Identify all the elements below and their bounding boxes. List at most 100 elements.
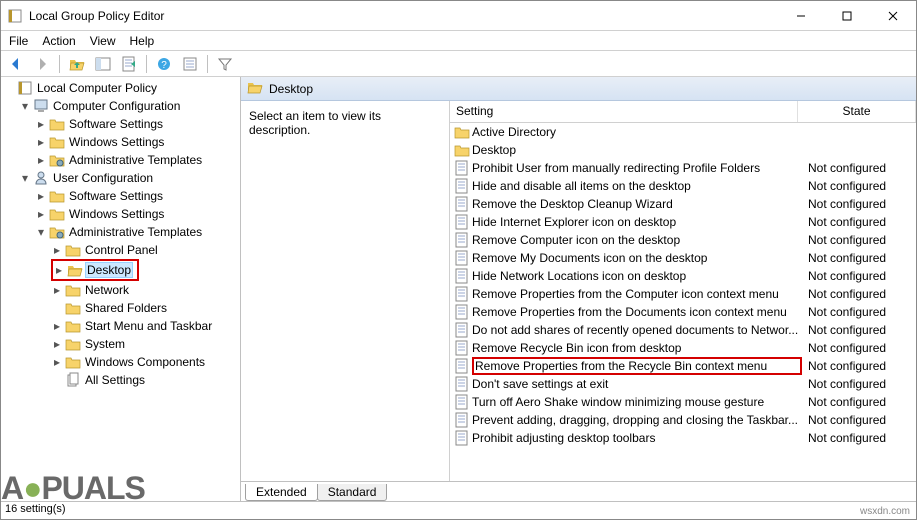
up-folder-button[interactable] [66, 54, 88, 74]
tree-uc-software[interactable]: ▸Software Settings [35, 187, 240, 205]
expand-icon[interactable]: ▸ [51, 319, 63, 333]
tree-uc-admin[interactable]: ▾ Administrative Templates [35, 223, 240, 241]
forward-button[interactable] [31, 54, 53, 74]
list-row[interactable]: Hide Internet Explorer icon on desktopNo… [450, 213, 916, 231]
menu-action[interactable]: Action [42, 34, 75, 48]
expand-icon[interactable]: ▸ [35, 135, 47, 149]
description-text: Select an item to view its description. [249, 109, 381, 137]
path-bar: Desktop [241, 77, 916, 101]
pages-icon [65, 372, 81, 388]
tab-standard[interactable]: Standard [317, 484, 388, 501]
book-icon [17, 80, 33, 96]
list-row[interactable]: Remove the Desktop Cleanup WizardNot con… [450, 195, 916, 213]
show-tree-button[interactable] [92, 54, 114, 74]
tree-network[interactable]: ▸Network [51, 281, 240, 299]
policy-icon [454, 196, 470, 212]
list-row[interactable]: Remove Properties from the Recycle Bin c… [450, 357, 916, 375]
policy-icon [454, 160, 470, 176]
list-body[interactable]: Active Directory Desktop Prohibit User fro… [450, 123, 916, 481]
policy-icon [454, 322, 470, 338]
minimize-button[interactable] [778, 1, 824, 31]
column-setting[interactable]: Setting [450, 101, 798, 122]
tree-pane[interactable]: Local Computer Policy ▾ Computer Configu… [1, 77, 241, 501]
list-row[interactable]: Remove Recycle Bin icon from desktopNot … [450, 339, 916, 357]
export-button[interactable] [118, 54, 140, 74]
tree-label: Administrative Templates [67, 153, 204, 167]
expand-icon[interactable]: ▸ [35, 207, 47, 221]
list-row[interactable]: Hide and disable all items on the deskto… [450, 177, 916, 195]
setting-state: Not configured [802, 359, 916, 373]
menu-file[interactable]: File [9, 34, 28, 48]
list-row[interactable]: Remove My Documents icon on the desktopN… [450, 249, 916, 267]
setting-state: Not configured [802, 305, 916, 319]
tree-cc-windows[interactable]: ▸Windows Settings [35, 133, 240, 151]
list-row[interactable]: Desktop [450, 141, 916, 159]
list-row[interactable]: Active Directory [450, 123, 916, 141]
tree-label: Local Computer Policy [35, 81, 159, 95]
policy-icon [454, 358, 470, 374]
expand-icon[interactable]: ▸ [51, 243, 63, 257]
policy-icon [454, 394, 470, 410]
app-icon [7, 8, 23, 24]
expand-icon[interactable]: ▸ [35, 189, 47, 203]
list-row[interactable]: Hide Network Locations icon on desktopNo… [450, 267, 916, 285]
list-row[interactable]: Prevent adding, dragging, dropping and c… [450, 411, 916, 429]
collapse-icon[interactable]: ▾ [35, 225, 47, 239]
list-row[interactable]: Prohibit adjusting desktop toolbarsNot c… [450, 429, 916, 447]
tree-control-panel[interactable]: ▸Control Panel [51, 241, 240, 259]
expand-icon[interactable]: ▸ [51, 355, 63, 369]
tree-cc-software[interactable]: ▸Software Settings [35, 115, 240, 133]
tree-shared-folders[interactable]: Shared Folders [51, 299, 240, 317]
tree-user-config[interactable]: ▾ User Configuration [19, 169, 240, 187]
folder-icon [49, 116, 65, 132]
properties-button[interactable] [179, 54, 201, 74]
setting-state: Not configured [802, 323, 916, 337]
list-row[interactable]: Remove Properties from the Documents ico… [450, 303, 916, 321]
maximize-button[interactable] [824, 1, 870, 31]
list-row[interactable]: Do not add shares of recently opened doc… [450, 321, 916, 339]
setting-name: Don't save settings at exit [472, 377, 802, 391]
expand-icon[interactable]: ▸ [35, 153, 47, 167]
collapse-icon[interactable]: ▾ [19, 171, 31, 185]
expand-icon[interactable]: ▸ [53, 263, 65, 277]
status-bar: 16 setting(s) [1, 501, 916, 519]
tree-start-menu[interactable]: ▸Start Menu and Taskbar [51, 317, 240, 335]
setting-name: Desktop [472, 143, 802, 157]
tree-cc-admin[interactable]: ▸ Administrative Templates [35, 151, 240, 169]
list-row[interactable]: Don't save settings at exitNot configure… [450, 375, 916, 393]
policy-icon [454, 340, 470, 356]
expand-icon[interactable]: ▸ [51, 283, 63, 297]
filter-button[interactable] [214, 54, 236, 74]
policy-icon [454, 268, 470, 284]
setting-name: Remove Computer icon on the desktop [472, 233, 802, 247]
toolbar-separator [146, 55, 147, 73]
expand-icon[interactable]: ▸ [35, 117, 47, 131]
menu-view[interactable]: View [90, 34, 116, 48]
expand-icon[interactable]: ▸ [51, 337, 63, 351]
tree-all-settings[interactable]: All Settings [51, 371, 240, 389]
help-button[interactable]: ? [153, 54, 175, 74]
tree-label: Administrative Templates [67, 225, 204, 239]
gear-folder-icon [49, 152, 65, 168]
back-button[interactable] [5, 54, 27, 74]
settings-list: Setting State Active Directory Desktop Pro… [449, 101, 916, 481]
main-content: Local Computer Policy ▾ Computer Configu… [1, 77, 916, 501]
list-row[interactable]: Remove Computer icon on the desktopNot c… [450, 231, 916, 249]
collapse-icon[interactable]: ▾ [19, 99, 31, 113]
close-button[interactable] [870, 1, 916, 31]
tree-computer-config[interactable]: ▾ Computer Configuration [19, 97, 240, 115]
status-text: 16 setting(s) [5, 503, 66, 515]
list-row[interactable]: Turn off Aero Shake window minimizing mo… [450, 393, 916, 411]
tree-uc-windows[interactable]: ▸Windows Settings [35, 205, 240, 223]
tree-root[interactable]: Local Computer Policy [3, 79, 240, 97]
setting-name: Do not add shares of recently opened doc… [472, 323, 802, 337]
tree-label: User Configuration [51, 171, 155, 185]
tree-windows-components[interactable]: ▸Windows Components [51, 353, 240, 371]
list-row[interactable]: Remove Properties from the Computer icon… [450, 285, 916, 303]
tree-desktop[interactable]: ▸Desktop [53, 261, 137, 279]
list-row[interactable]: Prohibit User from manually redirecting … [450, 159, 916, 177]
menu-help[interactable]: Help [130, 34, 155, 48]
tree-system[interactable]: ▸System [51, 335, 240, 353]
column-state[interactable]: State [798, 101, 916, 122]
tab-extended[interactable]: Extended [245, 484, 318, 501]
